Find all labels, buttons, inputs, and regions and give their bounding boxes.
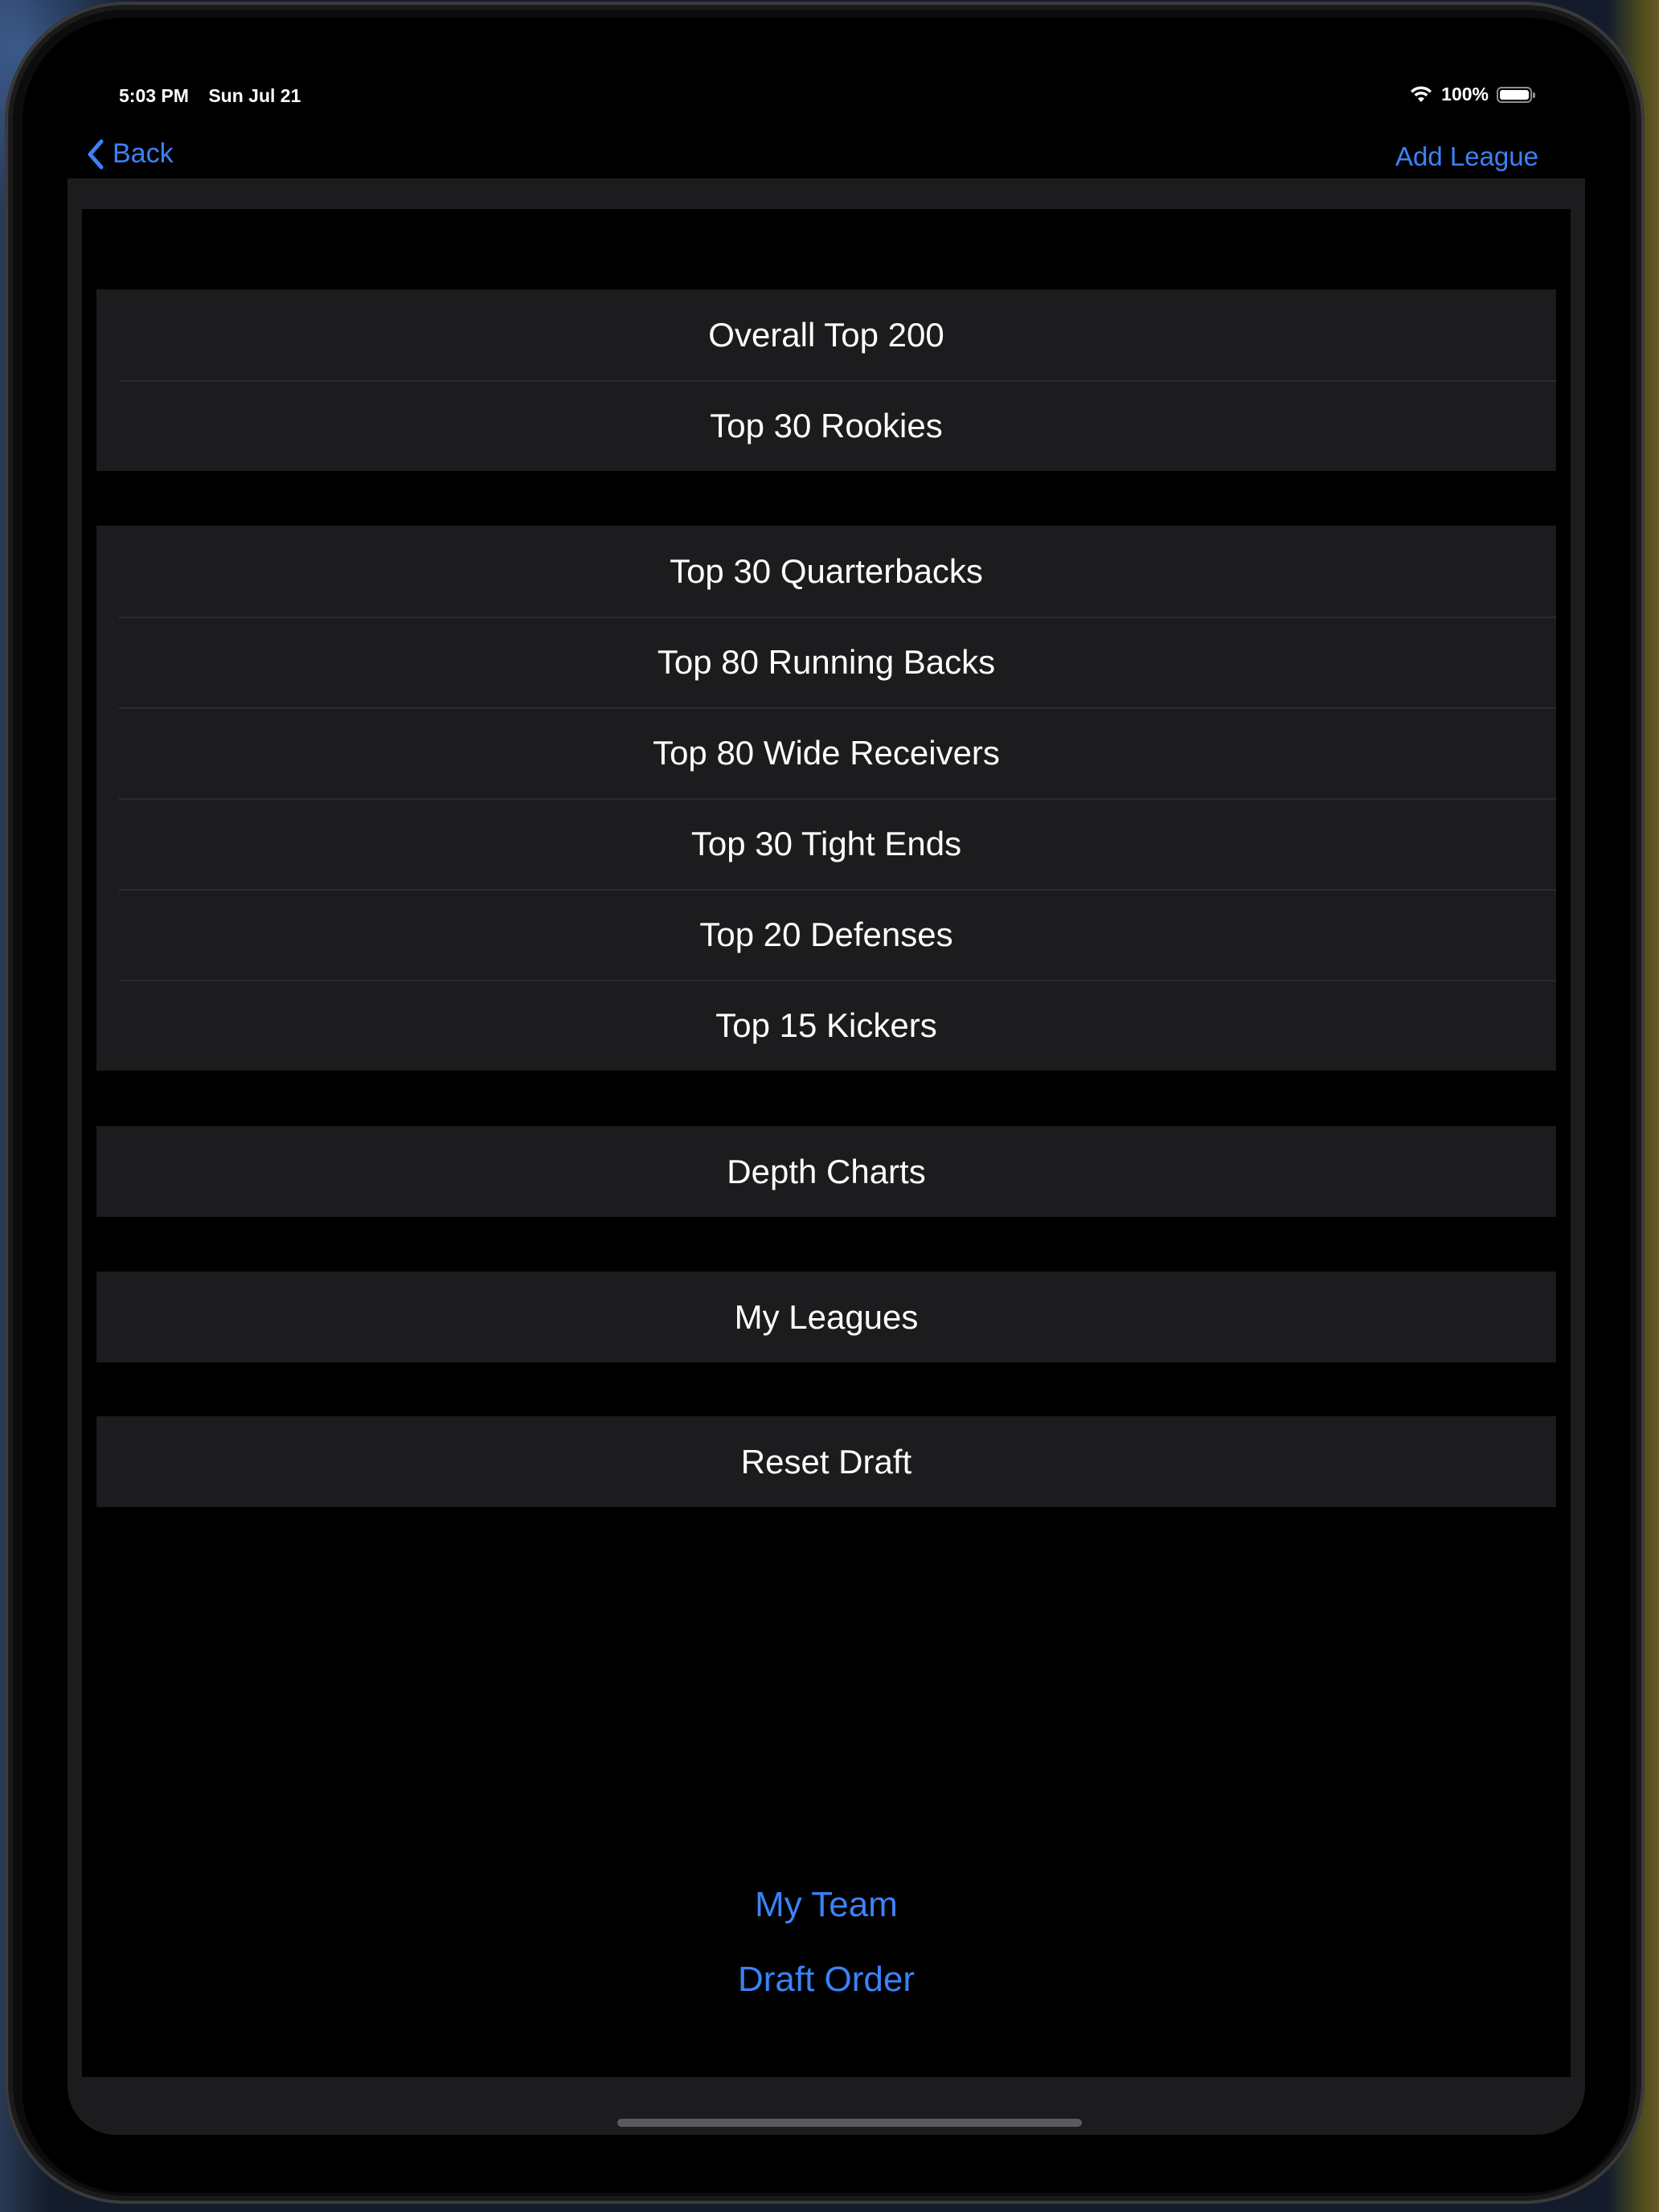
battery-fill [1500,89,1529,100]
status-bar-right: 100% [1409,84,1535,105]
status-bar-time: 5:03 PM Sun Jul 21 [119,85,301,107]
menu-item-defenses[interactable]: Top 20 Defenses [96,889,1556,980]
menu-item-wide-receivers[interactable]: Top 80 Wide Receivers [96,707,1556,798]
back-button-label: Back [113,138,174,169]
reset-group: Reset Draft [96,1416,1556,1507]
wifi-icon [1411,85,1432,102]
menu-item-depth-charts[interactable]: Depth Charts [96,1126,1556,1217]
menu-item-my-leagues[interactable]: My Leagues [96,1272,1556,1362]
menu-item-quarterbacks[interactable]: Top 30 Quarterbacks [96,526,1556,616]
menu-sheet: Overall Top 200 Top 30 Rookies Top 30 Qu… [68,178,1585,2135]
menu-item-reset-draft[interactable]: Reset Draft [96,1416,1556,1507]
screen: 5:03 PM Sun Jul 21 100% Back Add League [23,18,1630,2193]
ipad-frame: 5:03 PM Sun Jul 21 100% Back Add League [5,2,1645,2204]
leagues-group: My Leagues [96,1272,1556,1362]
menu-item-overall-top-200[interactable]: Overall Top 200 [96,289,1556,380]
menu-item-tight-ends[interactable]: Top 30 Tight Ends [96,798,1556,889]
rankings-group-positions: Top 30 Quarterbacks Top 80 Running Backs… [96,526,1556,1071]
chevron-left-icon [88,139,104,169]
add-league-button[interactable]: Add League [1395,141,1538,172]
battery-icon [1497,86,1535,103]
home-indicator[interactable] [617,2119,1082,2127]
status-time: 5:03 PM [119,85,189,106]
menu-item-kickers[interactable]: Top 15 Kickers [96,980,1556,1071]
battery-percent: 100% [1441,84,1489,104]
status-date: Sun Jul 21 [208,85,301,106]
my-team-link[interactable]: My Team [82,1885,1571,1925]
menu-list: Overall Top 200 Top 30 Rookies Top 30 Qu… [82,209,1571,2077]
rankings-group-overall: Overall Top 200 Top 30 Rookies [96,289,1556,471]
menu-item-running-backs[interactable]: Top 80 Running Backs [96,616,1556,707]
depth-charts-group: Depth Charts [96,1126,1556,1217]
battery-tip [1533,92,1535,98]
back-button[interactable]: Back [87,138,174,170]
draft-order-link[interactable]: Draft Order [82,1960,1571,2000]
menu-item-top-30-rookies[interactable]: Top 30 Rookies [96,380,1556,471]
